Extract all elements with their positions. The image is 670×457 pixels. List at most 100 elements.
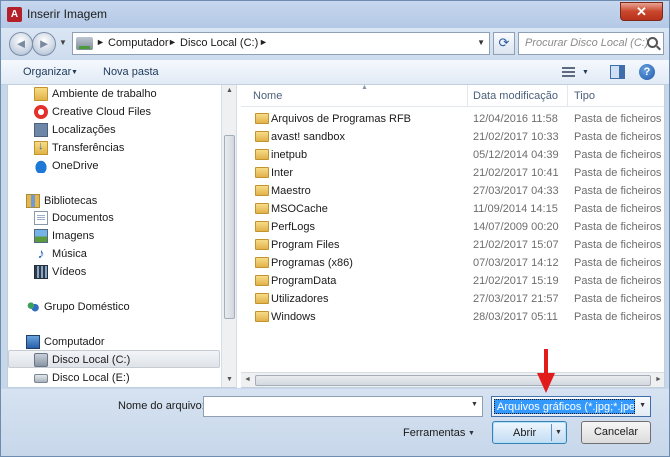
column-header-type[interactable]: Tipo xyxy=(574,90,595,102)
scroll-thumb[interactable] xyxy=(224,135,235,319)
breadcrumb-separator-icon[interactable]: ► xyxy=(259,37,268,47)
file-row[interactable]: Windows 28/03/2017 05:11 Pasta de fichei… xyxy=(241,308,664,326)
column-header-date[interactable]: Data modificação xyxy=(473,90,558,102)
title-bar: A Inserir Imagem ✕ xyxy=(1,1,669,28)
file-name: inetpub xyxy=(271,149,308,161)
scroll-up-icon[interactable]: ▲ xyxy=(226,87,233,94)
breadcrumb-separator-icon[interactable]: ► xyxy=(168,37,177,47)
command-toolbar: Organizar ▼ Nova pasta ▼ ? xyxy=(1,60,669,85)
help-icon[interactable]: ? xyxy=(639,64,655,80)
recent-locations-dropdown-icon[interactable]: ▼ xyxy=(59,38,67,47)
folder-icon xyxy=(255,203,269,214)
file-date: 12/04/2016 11:58 xyxy=(473,113,558,125)
sidebar-item-label: Música xyxy=(52,248,87,260)
breadcrumb-separator-icon[interactable]: ► xyxy=(96,37,105,47)
sidebar-item-local-disk-e[interactable]: Disco Local (E:) xyxy=(8,369,220,387)
search-input[interactable]: Procurar Disco Local (C:) xyxy=(518,32,664,55)
file-date: 21/02/2017 15:07 xyxy=(473,239,559,251)
file-row[interactable]: Arquivos de Programas RFB 12/04/2016 11:… xyxy=(241,110,664,128)
sidebar-item-homegroup[interactable]: Grupo Doméstico xyxy=(8,298,220,316)
sidebar-item-onedrive[interactable]: OneDrive xyxy=(8,157,220,175)
sidebar-item-local-disk-c[interactable]: Disco Local (C:) xyxy=(8,350,220,368)
organize-button[interactable]: Organizar xyxy=(23,66,71,78)
folder-icon xyxy=(255,149,269,160)
sidebar-item-desktop[interactable]: Ambiente de trabalho xyxy=(8,85,220,103)
folder-icon xyxy=(255,185,269,196)
file-type-filter-value: Arquivos gráficos (*.jpg;*.jpeg; xyxy=(494,399,635,414)
view-options-dropdown-icon[interactable]: ▼ xyxy=(582,69,589,76)
file-row[interactable]: Utilizadores 27/03/2017 21:57 Pasta de f… xyxy=(241,290,664,308)
sidebar-item-label: Disco Local (C:) xyxy=(52,354,131,366)
window-title: Inserir Imagem xyxy=(27,7,108,21)
sidebar-item-music[interactable]: ♪ Música xyxy=(8,245,220,263)
new-folder-button[interactable]: Nova pasta xyxy=(103,66,159,78)
address-bar[interactable]: ► Computador ► Disco Local (C:) ► ▼ xyxy=(72,32,490,55)
file-row[interactable]: avast! sandbox 21/02/2017 10:33 Pasta de… xyxy=(241,128,664,146)
scroll-thumb[interactable] xyxy=(255,375,651,386)
tools-dropdown-icon[interactable]: ▼ xyxy=(468,430,475,437)
documents-icon xyxy=(34,211,48,225)
file-row[interactable]: ProgramData 21/02/2017 15:19 Pasta de fi… xyxy=(241,272,664,290)
scroll-left-icon[interactable]: ◄ xyxy=(244,376,251,383)
search-placeholder: Procurar Disco Local (C:) xyxy=(525,37,649,49)
refresh-button[interactable]: ⟳ xyxy=(493,32,515,55)
column-divider[interactable] xyxy=(567,85,568,107)
sidebar-item-locations[interactable]: Localizações xyxy=(8,121,220,139)
sidebar-item-documents[interactable]: Documentos xyxy=(8,209,220,227)
sidebar-item-libraries[interactable]: Bibliotecas xyxy=(8,192,220,210)
column-header-name[interactable]: Nome xyxy=(253,90,282,102)
folder-icon xyxy=(34,87,48,101)
file-type-filter-select[interactable]: Arquivos gráficos (*.jpg;*.jpeg; ▼ xyxy=(491,396,651,417)
file-name: Arquivos de Programas RFB xyxy=(271,113,411,125)
file-type: Pasta de ficheiros xyxy=(574,131,662,143)
navigation-scrollbar[interactable]: ▲ ▼ xyxy=(221,85,236,387)
file-date: 11/09/2014 14:15 xyxy=(473,203,558,215)
close-button[interactable]: ✕ xyxy=(620,2,663,21)
scroll-down-icon[interactable]: ▼ xyxy=(226,376,233,383)
cancel-button[interactable]: Cancelar xyxy=(581,421,651,444)
file-date: 07/03/2017 14:12 xyxy=(473,257,559,269)
music-icon: ♪ xyxy=(37,245,45,261)
preview-pane-icon[interactable] xyxy=(610,65,625,79)
column-divider[interactable] xyxy=(467,85,468,107)
file-type: Pasta de ficheiros xyxy=(574,167,662,179)
file-name: avast! sandbox xyxy=(271,131,345,143)
breadcrumb-local-disk-c[interactable]: Disco Local (C:) xyxy=(180,37,258,49)
back-button[interactable]: ◄ xyxy=(9,32,33,56)
sidebar-item-creative-cloud[interactable]: Creative Cloud Files xyxy=(8,103,220,121)
libraries-icon xyxy=(26,194,40,208)
chevron-down-icon[interactable]: ▼ xyxy=(639,402,646,409)
file-row[interactable]: Programas (x86) 07/03/2017 14:12 Pasta d… xyxy=(241,254,664,272)
file-row[interactable]: inetpub 05/12/2014 04:39 Pasta de fichei… xyxy=(241,146,664,164)
file-row[interactable]: Maestro 27/03/2017 04:33 Pasta de fichei… xyxy=(241,182,664,200)
file-row[interactable]: Program Files 21/02/2017 15:07 Pasta de … xyxy=(241,236,664,254)
navigation-bar: ◄ ► ▼ ► Computador ► Disco Local (C:) ► … xyxy=(1,28,669,60)
file-date: 14/07/2009 00:20 xyxy=(473,221,559,233)
sidebar-item-label: OneDrive xyxy=(52,160,99,172)
tools-button[interactable]: Ferramentas xyxy=(403,427,465,439)
file-type: Pasta de ficheiros xyxy=(574,221,662,233)
sidebar-item-computer[interactable]: Computador xyxy=(8,333,220,351)
file-row[interactable]: PerfLogs 14/07/2009 00:20 Pasta de fiche… xyxy=(241,218,664,236)
breadcrumb-computer[interactable]: Computador xyxy=(108,37,169,49)
file-type: Pasta de ficheiros xyxy=(574,257,662,269)
filename-input[interactable] xyxy=(203,396,483,417)
sidebar-item-downloads[interactable]: Transferências xyxy=(8,139,220,157)
address-dropdown-icon[interactable]: ▼ xyxy=(477,38,485,47)
file-row[interactable]: Inter 21/02/2017 10:41 Pasta de ficheiro… xyxy=(241,164,664,182)
organize-dropdown-icon[interactable]: ▼ xyxy=(71,69,78,76)
change-view-icon[interactable] xyxy=(562,67,575,78)
filename-history-dropdown-icon[interactable]: ▼ xyxy=(471,401,478,408)
file-name: Maestro xyxy=(271,185,311,197)
horizontal-scrollbar[interactable]: ◄ ► xyxy=(241,372,664,387)
open-button[interactable]: Abrir ▼ xyxy=(492,421,567,444)
column-headers: ▲ Nome Data modificação Tipo xyxy=(241,85,664,107)
open-options-dropdown-icon[interactable]: ▼ xyxy=(555,429,562,436)
sidebar-item-videos[interactable]: Vídeos xyxy=(8,263,220,281)
forward-button[interactable]: ► xyxy=(32,32,56,56)
scroll-right-icon[interactable]: ► xyxy=(655,376,662,383)
sidebar-item-pictures[interactable]: Imagens xyxy=(8,227,220,245)
pictures-icon xyxy=(34,229,48,243)
folder-icon xyxy=(255,257,269,268)
file-row[interactable]: MSOCache 11/09/2014 14:15 Pasta de fiche… xyxy=(241,200,664,218)
